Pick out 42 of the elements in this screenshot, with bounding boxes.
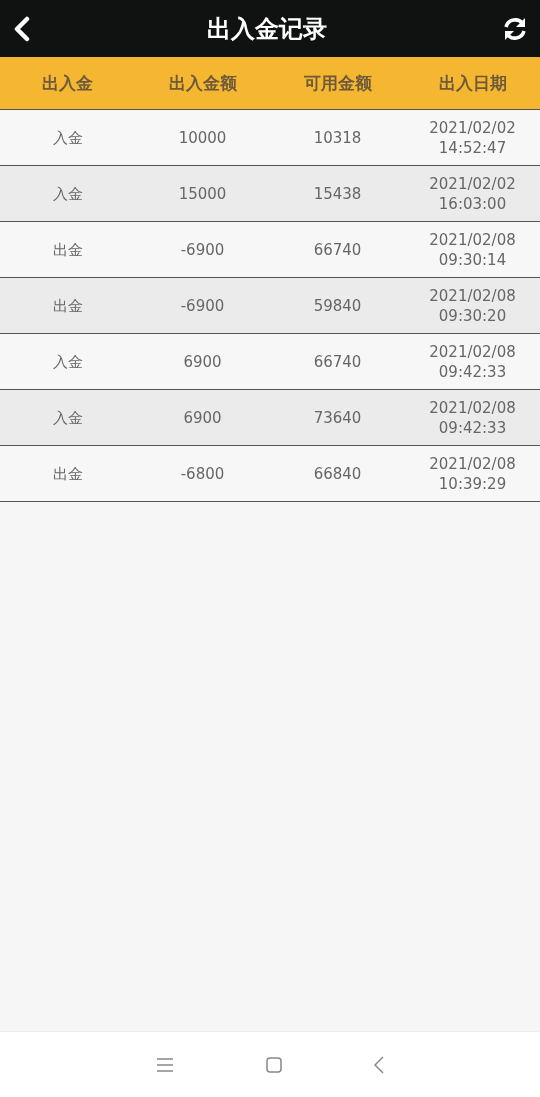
home-button[interactable] <box>266 1056 282 1073</box>
page-title: 出入金记录 <box>207 13 327 45</box>
table-cell-text: 出金 <box>51 295 84 316</box>
refresh-icon <box>502 15 528 42</box>
menu-button[interactable] <box>156 1057 174 1072</box>
table-cell-text: -6800 <box>179 463 226 484</box>
table-cell-text: 出金 <box>51 463 84 484</box>
table-cell-text: 2021/02/08 10:39:29 <box>428 453 517 494</box>
table-cell-text: 2021/02/08 09:30:20 <box>428 285 517 326</box>
table-cell-text: 2021/02/08 09:30:14 <box>428 229 517 270</box>
table-cell-text: 66740 <box>312 239 363 260</box>
table-cell-text: -6900 <box>179 239 226 260</box>
table-cell-text: 2021/02/08 09:42:33 <box>428 397 517 438</box>
back-icon <box>374 1055 384 1074</box>
table-cell-text: 73640 <box>312 407 363 428</box>
table-cell-text: 66740 <box>312 351 363 372</box>
table-cell-text: 入金 <box>51 407 84 428</box>
table-cell-text: -6900 <box>179 295 226 316</box>
table-cell-text: 15000 <box>177 183 228 204</box>
table-cell-text: 59840 <box>312 295 363 316</box>
table-cell-text: 出金 <box>51 239 84 260</box>
table-cell-text: 2021/02/02 16:03:00 <box>428 173 517 214</box>
square-icon <box>266 1056 282 1073</box>
table-cell-text: 2021/02/02 14:52:47 <box>428 117 517 158</box>
menu-icon <box>156 1057 174 1072</box>
table-cell-text: 6900 <box>182 351 223 372</box>
table-cell-text: 10000 <box>177 127 228 148</box>
column-header: 出入日期 <box>437 71 508 95</box>
back-icon <box>12 15 32 42</box>
column-header: 出入金额 <box>167 71 238 95</box>
column-header: 可用金额 <box>302 71 373 95</box>
table-cell-text: 15438 <box>312 183 363 204</box>
table-cell-text: 6900 <box>182 407 223 428</box>
table-cell-text: 入金 <box>51 183 84 204</box>
table-cell-text: 入金 <box>51 351 84 372</box>
table-cell-text: 2021/02/08 09:42:33 <box>428 341 517 382</box>
column-header: 出入金 <box>41 71 94 95</box>
table-cell-text: 入金 <box>51 127 84 148</box>
refresh-button[interactable] <box>502 15 528 42</box>
back-button[interactable] <box>12 15 32 42</box>
table-cell-text: 10318 <box>312 127 363 148</box>
table-cell-text: 66840 <box>312 463 363 484</box>
